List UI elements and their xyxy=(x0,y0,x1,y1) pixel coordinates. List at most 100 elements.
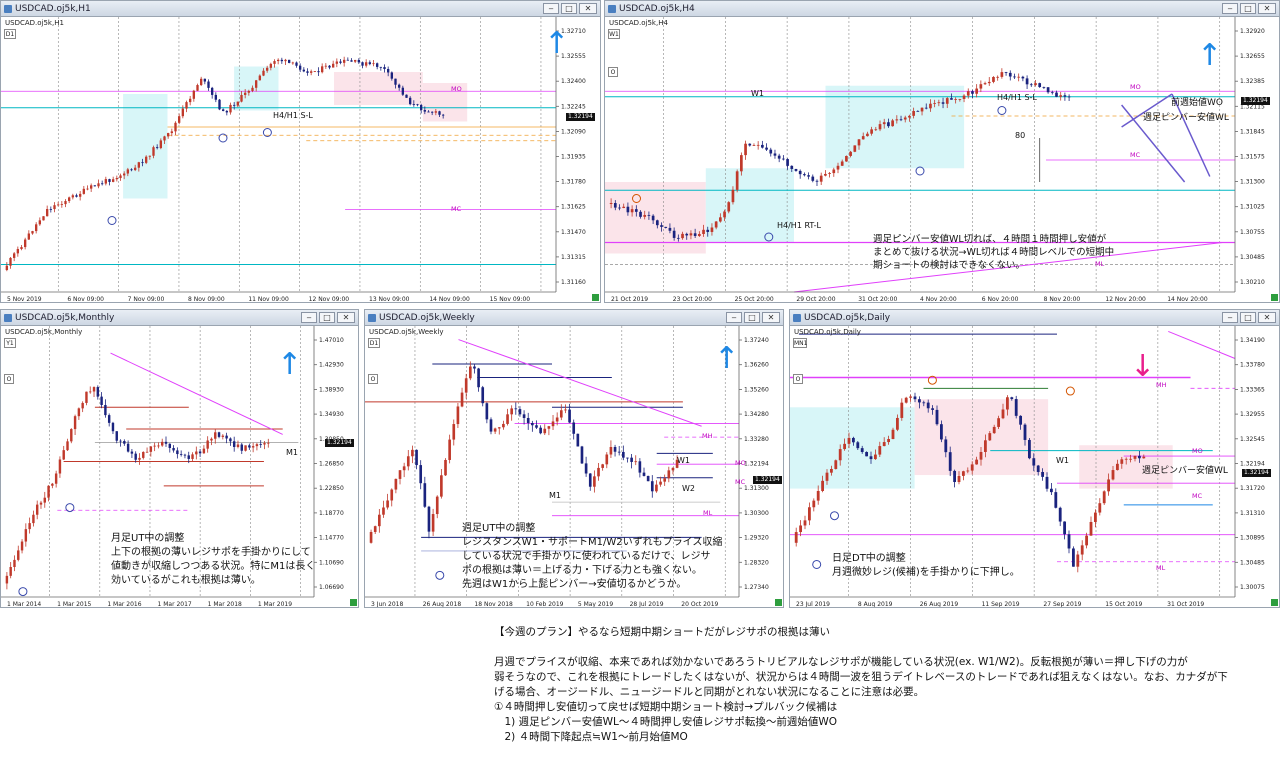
timeframe-box[interactable]: D1 xyxy=(4,29,16,39)
candle-body xyxy=(328,65,331,68)
candle-body xyxy=(17,550,20,560)
candle-body xyxy=(77,408,81,417)
chart-plot-weekly[interactable]: 1.37240 1.36260 1.35260 1.34280 1.33280 1.321… xyxy=(365,326,783,607)
close-button[interactable]: ✕ xyxy=(337,312,355,323)
minimize-button[interactable]: ‒ xyxy=(1222,3,1238,14)
window-h4-titlebar[interactable]: USDCAD.oj5k,H4 ‒ □ ✕ xyxy=(605,1,1279,17)
candle-body xyxy=(401,87,405,95)
candle-body xyxy=(731,189,735,203)
minimize-button[interactable]: ‒ xyxy=(543,3,559,14)
maximize-button[interactable]: □ xyxy=(319,312,335,323)
w1-label: W1 xyxy=(677,456,690,465)
candle-body xyxy=(427,506,431,532)
candle-body xyxy=(1010,397,1014,400)
mo-label: MO xyxy=(735,459,746,467)
chart-plot-h4[interactable]: 1.32920 1.32655 1.32385 1.32115 1.31845 1.315… xyxy=(605,17,1279,302)
price-tick-label: 1.31720 xyxy=(1240,485,1265,492)
candle-body xyxy=(438,111,441,115)
weekly-note: 週足UT中の調整 レジスタンスW1・サポートM1/W2いずれもプライス収縮 して… xyxy=(462,523,723,590)
minimize-button[interactable]: ‒ xyxy=(1222,312,1238,323)
candle-body xyxy=(916,110,920,112)
time-tick-label: 13 Nov 09:00 xyxy=(369,296,410,303)
candle-body xyxy=(765,147,768,150)
timeframe-box[interactable]: MN1 xyxy=(793,338,807,348)
maximize-button[interactable]: □ xyxy=(561,3,577,14)
chart-plot-h1[interactable]: 1.32710 1.32555 1.32400 1.32245 1.32090 1.319… xyxy=(1,17,600,302)
daily-note: 日足DT中の調整 月週微妙レジ(候補)を手掛かりに下押し。 xyxy=(832,553,1020,578)
one-click-box[interactable]: O xyxy=(368,374,378,384)
current-price-tag: 1.32194 xyxy=(566,113,595,121)
window-weekly-titlebar[interactable]: USDCAD.oj5k,Weekly ‒ □ ✕ xyxy=(365,310,783,326)
one-click-box[interactable]: O xyxy=(4,374,14,384)
commentary-line: 1) 週足ピンバー安値WL～４時間押し安値レジサポ転換～前週始値WO xyxy=(494,716,837,728)
minimize-button[interactable]: ‒ xyxy=(726,312,742,323)
candle-body xyxy=(803,520,807,526)
close-button[interactable]: ✕ xyxy=(579,3,597,14)
candle-body xyxy=(97,183,100,187)
time-tick-label: 15 Oct 2019 xyxy=(1105,601,1142,608)
candle-body xyxy=(931,408,935,410)
candle-body xyxy=(1124,458,1128,460)
candle-body xyxy=(119,175,122,179)
one-click-box[interactable]: O xyxy=(793,374,803,384)
candle-body xyxy=(676,237,680,239)
candle-body xyxy=(166,133,170,137)
candle-body xyxy=(390,489,394,501)
maximize-button[interactable]: □ xyxy=(744,312,760,323)
price-chart-h1[interactable]: 1.327101.325551.324001.322451.320901.319… xyxy=(1,17,601,303)
candle-body xyxy=(663,478,667,482)
price-tick-label: 1.26850 xyxy=(319,461,344,468)
candle-body xyxy=(908,115,911,118)
close-button[interactable]: ✕ xyxy=(762,312,780,323)
candle-body xyxy=(531,422,534,426)
candle-body xyxy=(1054,492,1058,508)
candle-body xyxy=(192,90,196,99)
one-click-box[interactable]: O xyxy=(608,67,618,77)
candle-body xyxy=(177,116,181,123)
price-tick-label: 1.37240 xyxy=(744,337,769,344)
candle-body xyxy=(49,209,53,210)
window-daily-titlebar[interactable]: USDCAD.oj5k,Daily ‒ □ ✕ xyxy=(790,310,1279,326)
window-daily[interactable]: USDCAD.oj5k,Daily ‒ □ ✕ 1.34190 1.33780 1.… xyxy=(789,309,1280,608)
price-tick-label: 1.14770 xyxy=(319,535,344,542)
timeframe-box[interactable]: D1 xyxy=(368,338,380,348)
candle-body xyxy=(86,188,89,190)
candle-body xyxy=(874,129,878,131)
minimize-button[interactable]: ‒ xyxy=(301,312,317,323)
candle-body xyxy=(727,202,731,212)
price-tick-label: 1.30075 xyxy=(1240,584,1265,591)
candle-body xyxy=(306,71,309,73)
candle-body xyxy=(78,193,82,197)
close-button[interactable]: ✕ xyxy=(1258,3,1276,14)
candle-body xyxy=(983,83,987,85)
window-weekly[interactable]: USDCAD.oj5k,Weekly ‒ □ ✕ 1.37240 1.36260 1… xyxy=(364,309,784,608)
window-monthly-titlebar[interactable]: USDCAD.oj5k,Monthly ‒ □ ✕ xyxy=(1,310,358,326)
candle-body xyxy=(262,70,265,76)
candle-body xyxy=(1013,76,1016,78)
candle-body xyxy=(922,402,926,404)
candle-body xyxy=(1046,87,1050,93)
price-tick-label: 1.32955 xyxy=(1240,411,1265,418)
maximize-button[interactable]: □ xyxy=(1240,312,1256,323)
candle-body xyxy=(1027,439,1031,459)
candle-body xyxy=(251,87,254,91)
chart-plot-monthly[interactable]: 1.470101.429301.389301.349301.308501.268… xyxy=(1,326,358,607)
close-button[interactable]: ✕ xyxy=(1258,312,1276,323)
candle-body xyxy=(870,129,873,134)
timeframe-box[interactable]: Y1 xyxy=(4,338,16,348)
window-h1-titlebar[interactable]: USDCAD.oj5k,H1 ‒ □ ✕ xyxy=(1,1,600,17)
chart-window-icon xyxy=(793,314,801,322)
maximize-button[interactable]: □ xyxy=(1240,3,1256,14)
candle-body xyxy=(168,443,172,448)
candle-body xyxy=(427,111,430,113)
window-monthly[interactable]: USDCAD.oj5k,Monthly ‒ □ ✕ 1.47010 1.42930… xyxy=(0,309,359,608)
candle-body xyxy=(372,63,375,65)
window-h1[interactable]: USDCAD.oj5k,H1 ‒ □ ✕ 1.32710 1.32555 1.324… xyxy=(0,0,601,303)
candle-body xyxy=(221,435,225,437)
window-h4[interactable]: USDCAD.oj5k,H4 ‒ □ ✕ 1.32920 1.32655 1.323… xyxy=(604,0,1280,303)
candle-body xyxy=(331,63,335,68)
candle-body xyxy=(539,427,542,434)
timeframe-box[interactable]: W1 xyxy=(608,29,620,39)
mc-label: MC xyxy=(735,478,746,486)
chart-plot-daily[interactable]: 1.34190 1.33780 1.33365 1.32955 1.32545 1.321… xyxy=(790,326,1279,607)
